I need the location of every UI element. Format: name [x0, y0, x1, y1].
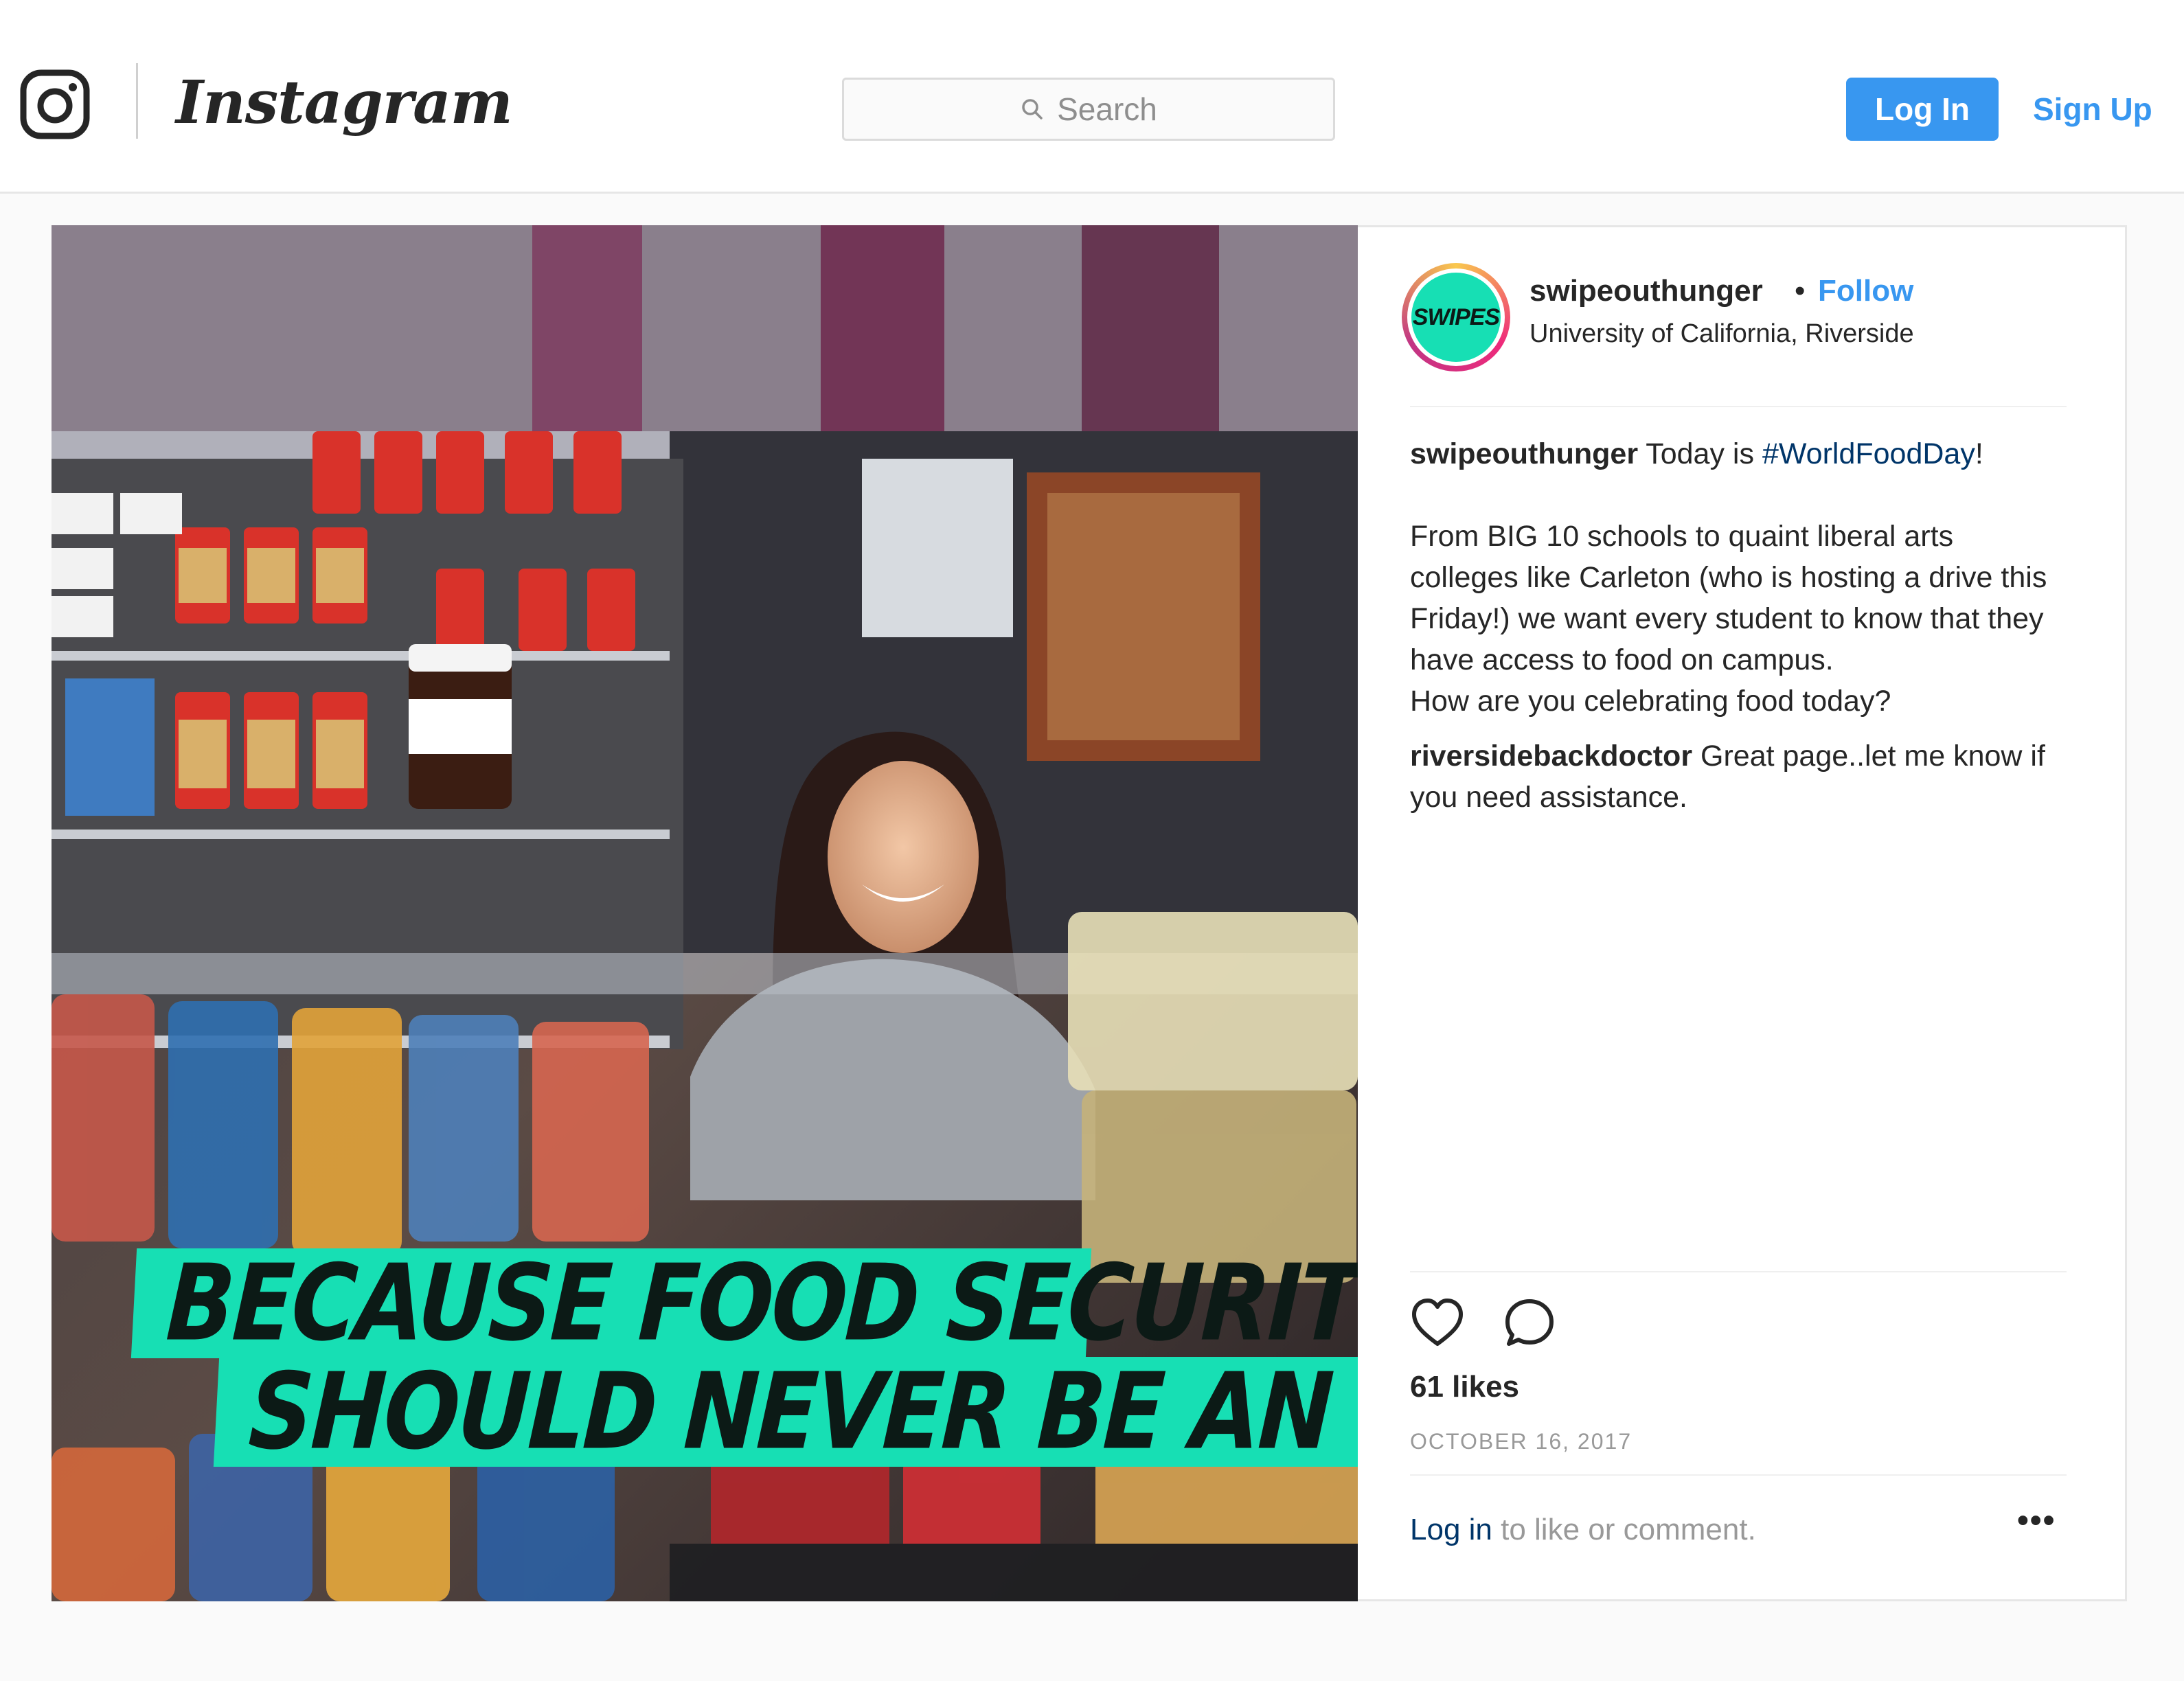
caption-username[interactable]: swipeouthunger [1410, 437, 1638, 470]
login-prompt-text: to like or comment. [1492, 1513, 1756, 1546]
separator-dot: • [1795, 274, 1806, 308]
post-photo[interactable]: BECAUSE FOOD SECURITY SHOULD NEVER BE AN… [52, 225, 1358, 1601]
search-icon [1022, 99, 1043, 119]
comment-username[interactable]: riversidebackdoctor [1410, 740, 1692, 773]
comment-icon[interactable] [1502, 1296, 1557, 1351]
caption-intro: Today is [1638, 437, 1762, 470]
image-caption-line-1: BECAUSE FOOD SECURITY [130, 1242, 1358, 1364]
avatar-border: SWIPES [1407, 268, 1505, 366]
divider [1410, 406, 2067, 407]
log-in-link[interactable]: Log in [1410, 1513, 1492, 1546]
image-caption-line-2: SHOULD NEVER BE AN ELECTIVE [213, 1350, 1358, 1473]
heart-icon[interactable] [1410, 1296, 1465, 1351]
caption-body: From BIG 10 schools to quaint liberal ar… [1410, 520, 2047, 676]
camera-logo-icon[interactable] [19, 69, 91, 140]
caption-question: How are you celebrating food today? [1410, 685, 1891, 718]
search-input[interactable]: Search [842, 78, 1335, 141]
instagram-wordmark[interactable]: Instagram [176, 62, 513, 144]
post-details-panel: SWIPES swipeouthunger • Follow Universit… [1358, 225, 2127, 1601]
post-location[interactable]: University of California, Riverside [1529, 319, 1914, 349]
divider [1410, 1271, 2067, 1272]
likes-count[interactable]: 61 likes [1410, 1370, 1519, 1404]
avatar-logo: SWIPES [1411, 273, 1501, 362]
post-date[interactable]: OCTOBER 16, 2017 [1410, 1429, 1632, 1454]
sign-up-link[interactable]: Sign Up [2033, 78, 2152, 141]
top-navigation-bar: Instagram Search Log In Sign Up [0, 0, 2184, 194]
more-options-icon[interactable]: ••• [2017, 1502, 2056, 1540]
post-caption: swipeouthunger Today is #WorldFoodDay! F… [1410, 433, 2069, 818]
logo-divider [136, 63, 138, 139]
avatar[interactable]: SWIPES [1402, 263, 1510, 371]
hashtag-link[interactable]: #WorldFoodDay [1762, 437, 1975, 470]
log-in-button[interactable]: Log In [1846, 78, 1999, 141]
caption-intro-end: ! [1975, 437, 1983, 470]
divider [1410, 1474, 2067, 1476]
search-placeholder: Search [1057, 91, 1157, 127]
comment-item: riversidebackdoctor Great page..let me k… [1410, 735, 2069, 818]
login-prompt: Log in to like or comment. [1410, 1513, 1756, 1547]
follow-button[interactable]: Follow [1818, 274, 1913, 308]
post-author-username[interactable]: swipeouthunger [1529, 274, 1763, 308]
